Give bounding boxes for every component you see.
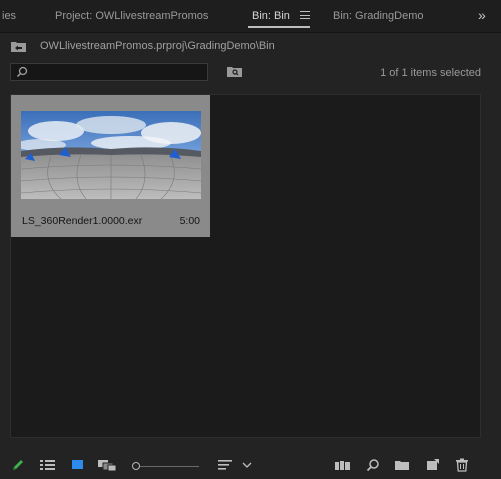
bin-icon-grid[interactable]: LS_360Render1.0000.exr 5:00 [10, 94, 481, 438]
automate-to-sequence-icon[interactable] [335, 458, 351, 472]
find-icon[interactable] [366, 458, 380, 472]
clip-thumbnail[interactable] [21, 111, 201, 199]
panel-menu-icon[interactable] [300, 11, 310, 19]
new-bin-icon[interactable] [395, 458, 410, 472]
chevron-down-icon[interactable] [242, 461, 252, 469]
search-input[interactable] [10, 63, 208, 81]
new-search-bin-icon[interactable] [227, 66, 242, 77]
freeform-view-icon[interactable] [98, 458, 118, 472]
search-icon [16, 66, 28, 78]
parent-folder-icon[interactable] [11, 41, 26, 52]
list-view-icon[interactable] [40, 458, 56, 472]
tab-project[interactable]: Project: OWLlivestreamPromos [55, 10, 208, 22]
active-tab-indicator [248, 26, 310, 28]
thumbnail-image [21, 111, 201, 199]
zoom-slider-track[interactable] [133, 466, 199, 467]
selection-status: 1 of 1 items selected [380, 67, 481, 79]
tab-bin-gradingdemo[interactable]: Bin: GradingDemo [333, 10, 424, 22]
bin-path: OWLlivestreamPromos.prproj\GradingDemo\B… [40, 40, 275, 52]
bin-path-row: OWLlivestreamPromos.prproj\GradingDemo\B… [0, 33, 501, 59]
new-item-icon[interactable] [426, 458, 440, 472]
sort-icons-icon[interactable] [218, 458, 234, 472]
icon-view-icon[interactable] [72, 458, 84, 472]
trash-icon[interactable] [456, 458, 468, 472]
clip-tile[interactable]: LS_360Render1.0000.exr 5:00 [11, 95, 210, 237]
pencil-icon[interactable] [11, 458, 25, 472]
tab-partial[interactable]: ies [2, 10, 16, 22]
tab-bin[interactable]: Bin: Bin [252, 10, 290, 22]
tab-overflow-icon[interactable]: » [478, 7, 486, 23]
panel-tab-bar: ies Project: OWLlivestreamPromos Bin: Bi… [0, 0, 501, 33]
clip-name: LS_360Render1.0000.exr [22, 215, 143, 227]
clip-duration: 5:00 [179, 215, 200, 227]
